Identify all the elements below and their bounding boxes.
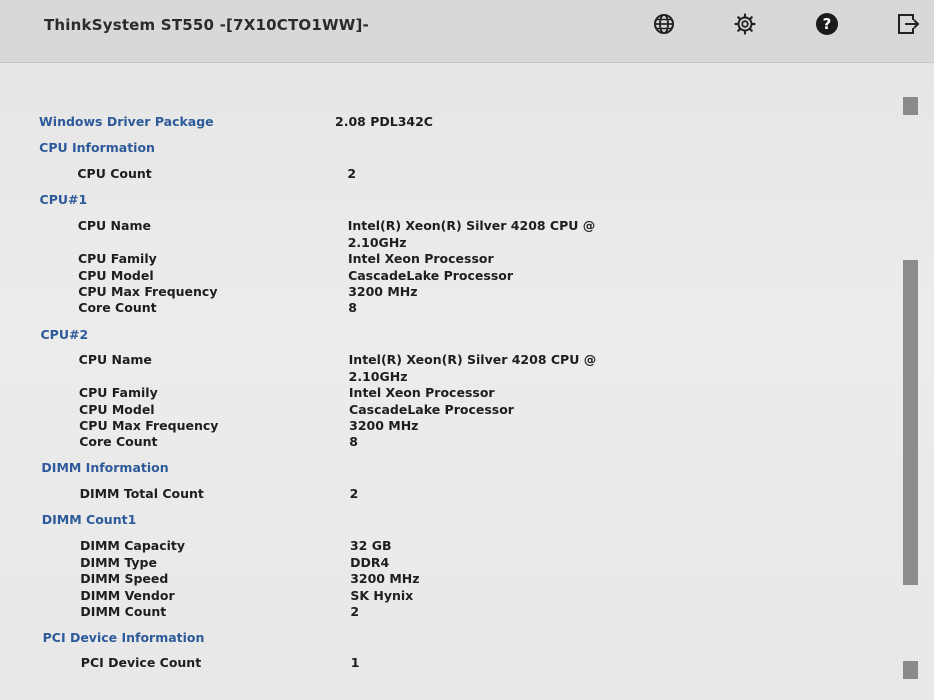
info-label: Windows Driver Package (39, 114, 214, 129)
system-info-panel: Windows Driver Package 2.08 PDL342C CPU In… (0, 63, 934, 700)
info-value-line: 2.10GHz (348, 369, 408, 384)
top-header: ThinkSystem ST550 -[7X10CTO1WW]- ? (0, 0, 934, 63)
section-heading: PCI Device Information (42, 630, 205, 645)
info-label: PCI Device Count (80, 655, 202, 670)
info-value: CascadeLake Processor (348, 267, 513, 284)
info-value-line: Intel(R) Xeon(R) Silver 4208 CPU @ (347, 218, 596, 233)
info-label: Core Count (78, 300, 157, 315)
info-label: DIMM Type (80, 555, 157, 570)
info-value-line: Intel(R) Xeon(R) Silver 4208 CPU @ (348, 352, 597, 367)
scroll-up-button[interactable] (903, 97, 918, 115)
info-value-line: 8 (348, 300, 357, 315)
info-value: 8 (349, 433, 358, 450)
section-heading: CPU#2 (40, 327, 89, 342)
info-value: Intel Xeon Processor (348, 250, 494, 267)
info-value: Intel Xeon Processor (349, 384, 495, 401)
info-value-line: Intel Xeon Processor (348, 385, 495, 400)
gear-icon[interactable] (733, 12, 757, 36)
info-value-line: CascadeLake Processor (348, 268, 514, 283)
info-value: 3200 MHz (348, 283, 417, 300)
info-label: CPU Max Frequency (78, 284, 218, 299)
info-label: DIMM Speed (80, 571, 169, 586)
info-label: Core Count (79, 434, 158, 449)
info-label: DIMM Capacity (79, 538, 186, 553)
info-value-line: 1 (350, 655, 360, 670)
scrollbar-thumb[interactable] (903, 260, 918, 585)
info-label: DIMM Vendor (80, 588, 175, 603)
info-value: 2.08 PDL342C (335, 113, 433, 130)
info-label: DIMM Count (80, 604, 167, 619)
info-label: DIMM Total Count (79, 486, 204, 501)
info-value-line: 2 (349, 486, 359, 501)
scroll-down-button[interactable] (903, 661, 918, 679)
info-value-line: 2.10GHz (347, 235, 407, 250)
section-heading: DIMM Count1 (41, 512, 137, 527)
info-value: DDR4 (350, 554, 389, 571)
info-value: 3200 MHz (349, 417, 418, 434)
exit-icon[interactable] (897, 12, 921, 36)
info-value-line: 2 (350, 604, 360, 619)
info-label: CPU Family (78, 385, 158, 400)
svg-text:?: ? (823, 15, 832, 33)
info-label: CPU Model (79, 402, 155, 417)
info-value: CascadeLake Processor (349, 401, 514, 418)
info-value-line: 3200 MHz (349, 418, 419, 433)
section-heading: CPU#1 (39, 192, 88, 207)
info-value: 2 (347, 165, 356, 182)
info-value-line: 2.08 PDL342C (335, 114, 433, 129)
info-value-line: 8 (349, 434, 358, 449)
info-value-line: 32 GB (349, 538, 392, 553)
info-value: Intel(R) Xeon(R) Silver 4208 CPU @ 2.10GH… (348, 217, 596, 251)
info-value: 2 (350, 603, 359, 620)
page-title: ThinkSystem ST550 -[7X10CTO1WW]- (44, 16, 369, 34)
help-icon[interactable]: ? (815, 12, 839, 36)
info-label: CPU Name (77, 218, 151, 233)
info-value-line: Intel Xeon Processor (347, 251, 494, 266)
info-value-line: 3200 MHz (348, 284, 418, 299)
info-value-line: DDR4 (350, 555, 390, 570)
info-value-line: 2 (347, 166, 357, 181)
info-label: CPU Count (77, 166, 152, 181)
info-value: 32 GB (350, 537, 392, 554)
info-label: CPU Name (78, 352, 152, 367)
info-value: Intel(R) Xeon(R) Silver 4208 CPU @ 2.10GH… (349, 351, 597, 385)
info-value: 2 (350, 485, 359, 502)
info-label: CPU Max Frequency (79, 418, 219, 433)
info-value-line: SK Hynix (350, 588, 414, 603)
info-label: CPU Model (78, 268, 154, 283)
info-value: 1 (351, 654, 360, 671)
info-value-line: CascadeLake Processor (349, 402, 514, 417)
info-value: SK Hynix (350, 587, 413, 604)
section-heading: CPU Information (39, 140, 155, 155)
info-value: 8 (348, 299, 357, 316)
info-value: 3200 MHz (350, 570, 419, 587)
info-value-line: 3200 MHz (350, 571, 420, 586)
info-label: CPU Family (77, 251, 157, 266)
section-heading: DIMM Information (41, 460, 169, 475)
globe-icon[interactable] (652, 12, 676, 36)
